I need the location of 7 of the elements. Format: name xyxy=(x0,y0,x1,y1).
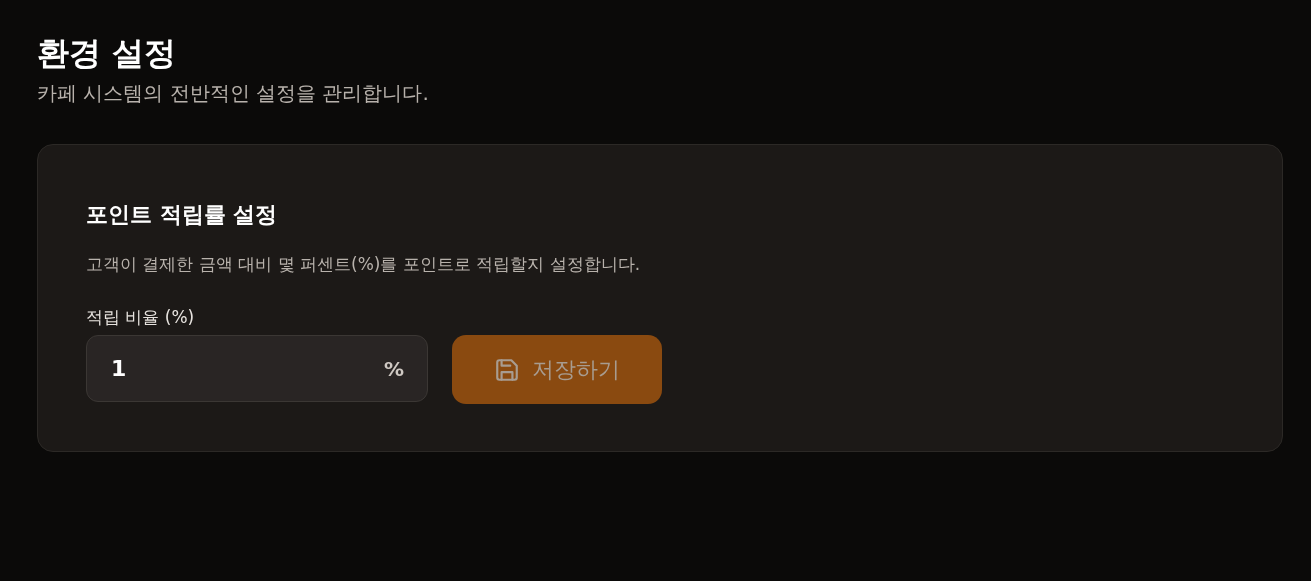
card-title: 포인트 적립률 설정 xyxy=(86,201,279,229)
page-subtitle: 카페 시스템의 전반적인 설정을 관리합니다. xyxy=(37,80,430,107)
unit-label: % xyxy=(383,356,404,381)
card-description: 고객이 결제한 금액 대비 몇 퍼센트(%)를 포인트로 적립할지 설정합니다. xyxy=(86,253,642,276)
page-title: 환경 설정 xyxy=(37,33,178,74)
save-icon xyxy=(494,356,520,383)
field-label: 적립 비율 (%) xyxy=(86,306,196,329)
